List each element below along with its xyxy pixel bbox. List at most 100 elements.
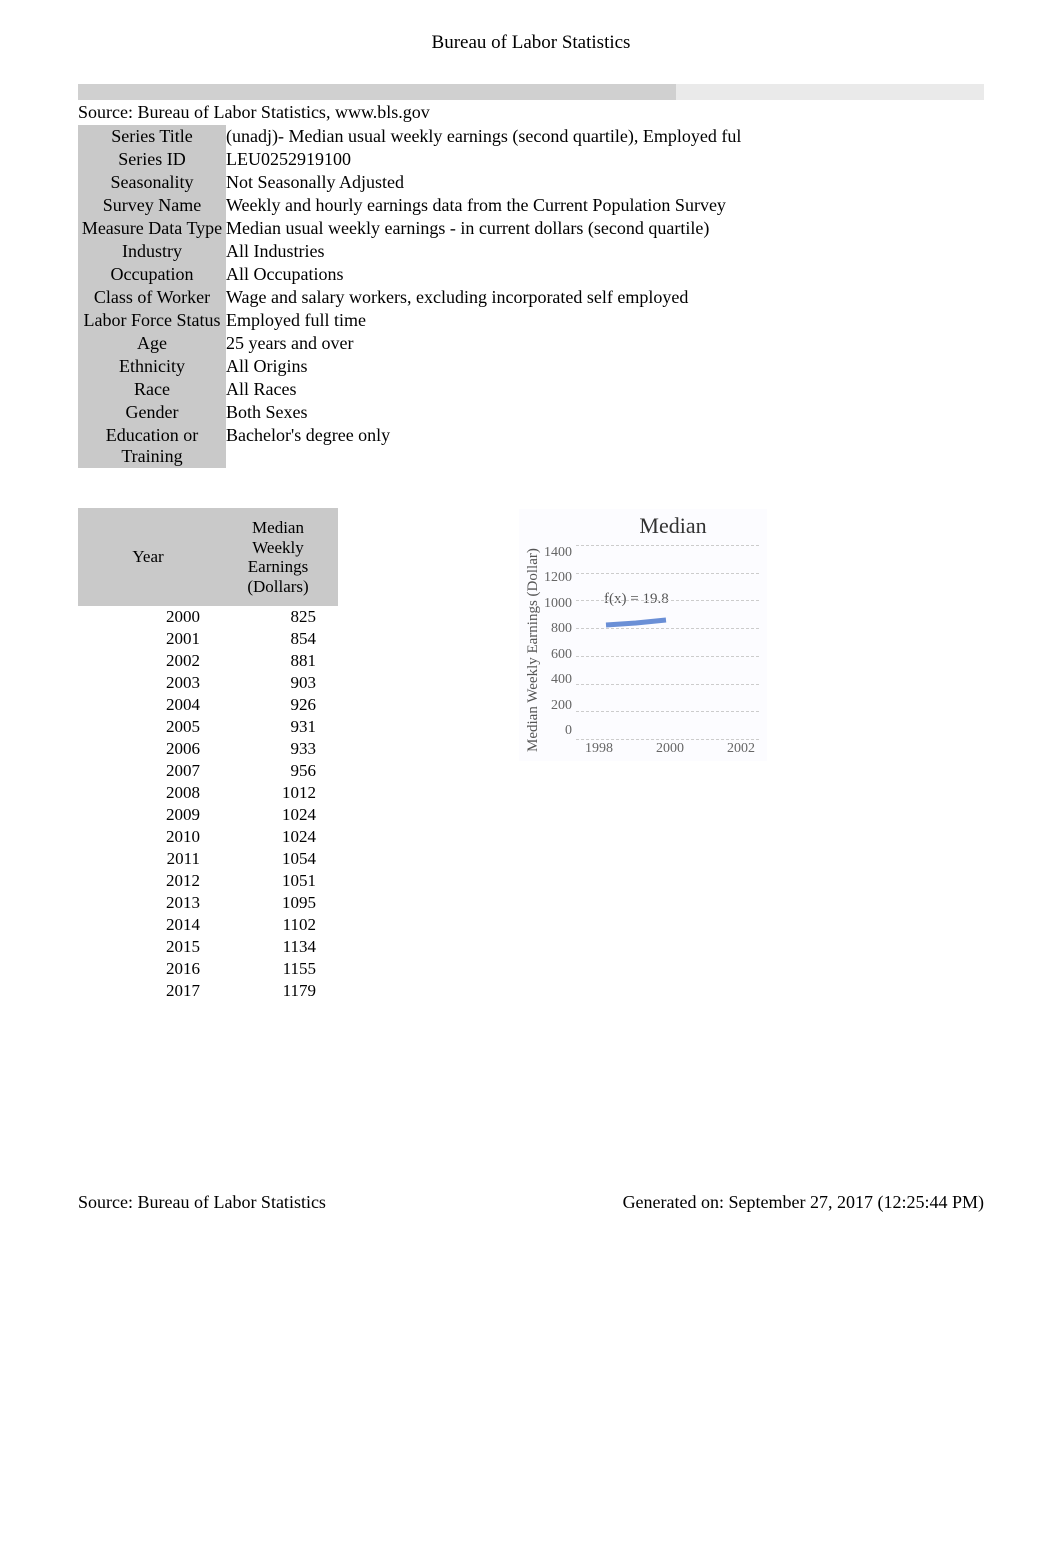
meta-label: Series Title [78, 125, 226, 148]
data-table: Year MedianWeeklyEarnings(Dollars) 20008… [78, 508, 338, 1002]
table-row: 2006933 [78, 738, 338, 760]
chart-gridline [576, 600, 759, 601]
table-row: 20121051 [78, 870, 338, 892]
chart-gridline [576, 573, 759, 574]
meta-label: Ethnicity [78, 355, 226, 378]
chart-gridline [576, 711, 759, 712]
cell-year: 2001 [78, 628, 218, 650]
table-row: 2004926 [78, 694, 338, 716]
cell-year: 2004 [78, 694, 218, 716]
page-title: Bureau of Labor Statistics [0, 0, 1062, 84]
chart-ytick: 1400 [544, 545, 572, 561]
cell-value: 1024 [218, 804, 338, 826]
meta-label: Survey Name [78, 194, 226, 217]
cell-value: 1155 [218, 958, 338, 980]
meta-label: Gender [78, 401, 226, 424]
meta-label: Age [78, 332, 226, 355]
chart-gridline [576, 545, 759, 546]
table-row: 20151134 [78, 936, 338, 958]
meta-value: Both Sexes [226, 401, 741, 424]
chart-ytick: 800 [544, 621, 572, 637]
table-row: 2000825 [78, 606, 338, 628]
chart-ytick: 600 [544, 647, 572, 663]
footer-source: Source: Bureau of Labor Statistics [78, 1192, 326, 1213]
cell-year: 2011 [78, 848, 218, 870]
meta-label: Industry [78, 240, 226, 263]
cell-year: 2012 [78, 870, 218, 892]
chart-ytick: 400 [544, 672, 572, 688]
table-row: 20131095 [78, 892, 338, 914]
meta-label: Occupation [78, 263, 226, 286]
chart-gridline [576, 684, 759, 685]
meta-value: (unadj)- Median usual weekly earnings (s… [226, 125, 741, 148]
cell-value: 1095 [218, 892, 338, 914]
meta-value: All Industries [226, 240, 741, 263]
table-row: 20081012 [78, 782, 338, 804]
cell-value: 1051 [218, 870, 338, 892]
table-row: 20141102 [78, 914, 338, 936]
meta-label: Seasonality [78, 171, 226, 194]
chart: Median Median Weekly Earnings (Dollar) 1… [518, 508, 768, 762]
chart-plot-area: f(x) = 19.8 [576, 545, 763, 755]
cell-year: 2005 [78, 716, 218, 738]
table-row: 2005931 [78, 716, 338, 738]
meta-value: All Races [226, 378, 741, 401]
cell-year: 2006 [78, 738, 218, 760]
meta-label: Race [78, 378, 226, 401]
meta-label: Series ID [78, 148, 226, 171]
cell-year: 2010 [78, 826, 218, 848]
cell-value: 825 [218, 606, 338, 628]
meta-value: Not Seasonally Adjusted [226, 171, 741, 194]
table-row: 20101024 [78, 826, 338, 848]
cell-value: 1012 [218, 782, 338, 804]
table-row: 2001854 [78, 628, 338, 650]
table-row: 20161155 [78, 958, 338, 980]
meta-label: Class of Worker [78, 286, 226, 309]
chart-ylabel: Median Weekly Earnings (Dollar) [523, 545, 544, 755]
meta-value: Employed full time [226, 309, 741, 332]
chart-gridline [576, 656, 759, 657]
col-header-year: Year [78, 508, 218, 606]
cell-year: 2008 [78, 782, 218, 804]
chart-gridline [576, 628, 759, 629]
chart-ytick: 0 [544, 723, 572, 739]
source-line: Source: Bureau of Labor Statistics, www.… [78, 102, 1062, 123]
cell-value: 926 [218, 694, 338, 716]
table-row: 20091024 [78, 804, 338, 826]
table-row: 20171179 [78, 980, 338, 1002]
cell-year: 2007 [78, 760, 218, 782]
chart-ytick: 1200 [544, 570, 572, 586]
divider-bar [78, 84, 984, 100]
metadata-table: Series Title(unadj)- Median usual weekly… [78, 125, 741, 468]
cell-value: 1179 [218, 980, 338, 1002]
cell-value: 1024 [218, 826, 338, 848]
meta-label: Measure Data Type [78, 217, 226, 240]
cell-value: 1102 [218, 914, 338, 936]
meta-label: Education or Training [78, 424, 226, 468]
chart-title: Median [583, 513, 763, 539]
cell-value: 956 [218, 760, 338, 782]
table-row: 2002881 [78, 650, 338, 672]
chart-ytick: 1000 [544, 596, 572, 612]
cell-value: 933 [218, 738, 338, 760]
cell-year: 2009 [78, 804, 218, 826]
meta-value: LEU0252919100 [226, 148, 741, 171]
meta-value: All Occupations [226, 263, 741, 286]
meta-value: Wage and salary workers, excluding incor… [226, 286, 741, 309]
cell-year: 2000 [78, 606, 218, 628]
chart-series-line [606, 620, 666, 625]
cell-year: 2015 [78, 936, 218, 958]
meta-label: Labor Force Status [78, 309, 226, 332]
cell-value: 854 [218, 628, 338, 650]
page-footer: Source: Bureau of Labor Statistics Gener… [78, 1192, 984, 1213]
cell-value: 931 [218, 716, 338, 738]
meta-value: Bachelor's degree only [226, 424, 741, 468]
cell-value: 1134 [218, 936, 338, 958]
cell-year: 2003 [78, 672, 218, 694]
table-row: 20111054 [78, 848, 338, 870]
cell-year: 2013 [78, 892, 218, 914]
meta-value: Weekly and hourly earnings data from the… [226, 194, 741, 217]
chart-ytick: 200 [544, 698, 572, 714]
cell-value: 1054 [218, 848, 338, 870]
chart-yticks: 1400 1200 1000 800 600 400 200 0 [544, 545, 576, 755]
